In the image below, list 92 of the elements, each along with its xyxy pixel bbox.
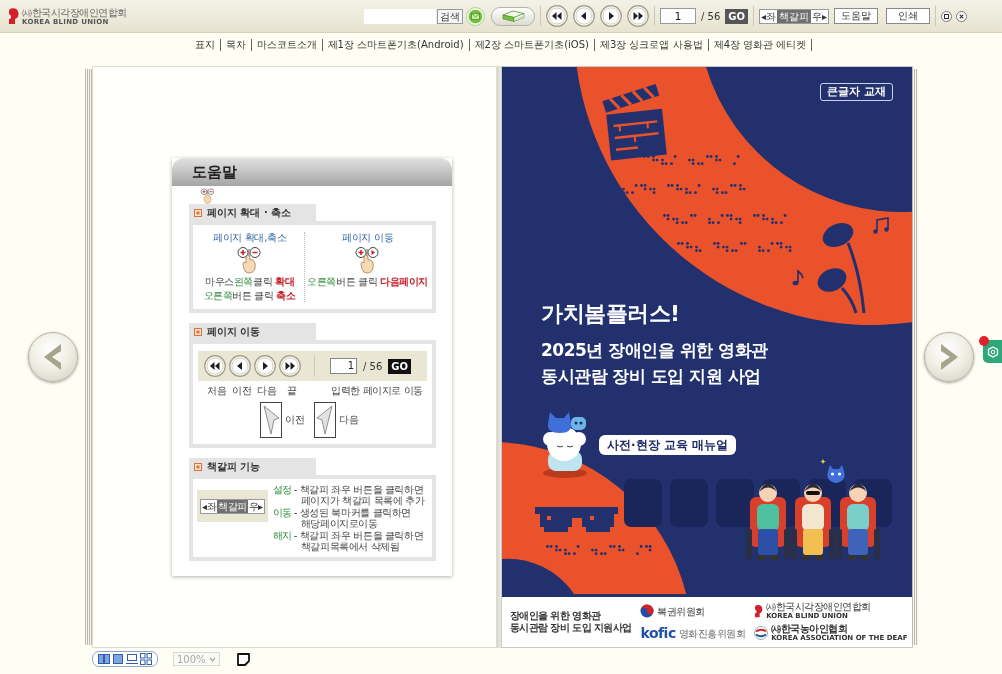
bookmark-label[interactable]: 책갈피 (777, 9, 812, 23)
logo-name: ㈔한국시각장애인연합회 (766, 601, 871, 612)
left-arrow-icon (229, 355, 251, 377)
page-total: / 56 (701, 10, 721, 22)
double-right-arrow-icon[interactable] (627, 5, 649, 27)
page-turn-caption: 다음 (339, 413, 359, 427)
two-page-view-icon[interactable] (98, 653, 110, 665)
chapter-link[interactable]: 제4장 영화관 에티켓 (708, 39, 813, 51)
bookmark-left-button[interactable]: ◂좌 (760, 9, 778, 23)
help-text: 마우스왼쪽클릭 확대 (205, 276, 295, 288)
help-heading: 페이지 확대,축소 (212, 232, 287, 244)
help-heading: 페이지 이동 (341, 232, 394, 244)
page-total: / 56 (363, 360, 383, 372)
toolbar-button[interactable]: 도움말 (834, 8, 879, 24)
widget-button[interactable] (983, 340, 1002, 363)
logo-mark-icon (754, 604, 764, 618)
emblem-icon (754, 626, 769, 640)
chapter-link[interactable]: 표지 (189, 39, 221, 51)
logo-name: 영화진흥위원회 (678, 627, 746, 639)
book-button[interactable] (491, 6, 535, 26)
bullet-square-icon (194, 327, 202, 336)
single-page-view-icon[interactable] (112, 653, 124, 665)
bookmark-help-text: 이동 - 생성된 북마커를 클릭하면 해당페이지로이동 (272, 507, 412, 529)
toolbar-button[interactable]: 인쇄 (886, 8, 931, 24)
chapter-link[interactable]: 제3장 싱크로앱 사용법 (594, 39, 709, 51)
cat-mascot-icon (820, 459, 845, 483)
cover-badge: 큰글자 교재 (820, 83, 893, 101)
page-turn-caption: 이전 (285, 413, 305, 427)
clapperboard-icon (602, 83, 667, 161)
thumbnail-view-icon[interactable] (140, 653, 152, 665)
maximize-icon[interactable] (941, 10, 953, 22)
go-button[interactable]: GO (725, 8, 748, 24)
input-caption: 입력한 페이지로 이동 (331, 385, 423, 397)
double-left-arrow-icon (204, 355, 226, 377)
hexagon-icon (986, 345, 999, 358)
right-arrow-icon[interactable] (600, 5, 622, 27)
bookmark-help-text: 설정 - 책갈피 좌우 버튼을 클릭하면 페이지가 책갈피 목록에 추가 (272, 484, 425, 506)
logo-mark-icon (8, 7, 19, 25)
bookmark-right-button[interactable]: 우▸ (811, 9, 829, 23)
left-arrow-icon[interactable] (573, 5, 595, 27)
double-left-arrow-icon[interactable] (546, 5, 568, 27)
page-curl-icon (260, 402, 282, 438)
logo-name: 복권위원회 (657, 605, 705, 617)
project-name: 동시관람 장비 도입 지원사업 (510, 622, 632, 634)
notification-dot-icon (979, 336, 989, 346)
music-note-icon (792, 270, 804, 286)
cover-tag: 사전·현장 교육 매뉴얼 (599, 435, 736, 455)
right-arrow-icon (254, 355, 276, 377)
button-caption: 다음 (255, 385, 278, 397)
help-text: 오른쪽버튼 클릭 다음페이지 (307, 276, 429, 288)
note-icon[interactable] (235, 651, 251, 667)
page-curl-icon (314, 402, 336, 438)
go-label: GO (388, 358, 411, 374)
cover-subtitle: 2025년 장애인을 위한 영화관 (541, 339, 768, 362)
music-note-icon (873, 217, 889, 234)
double-right-arrow-icon (279, 355, 301, 377)
bullet-square-icon (194, 208, 202, 217)
caret-icon (208, 656, 216, 662)
page-field[interactable]: 1 (660, 8, 696, 24)
kofic-wordmark: kofic (640, 625, 676, 641)
help-header: 도움말 (172, 158, 452, 186)
chapter-link[interactable]: 마스코트소개 (251, 39, 323, 51)
mascot-drawing (543, 412, 587, 478)
section-title: 책갈피 기능 (207, 460, 261, 473)
book-icon (501, 10, 525, 22)
help-text: 오른쪽버튼 클릭 축소 (203, 290, 296, 302)
button-caption: 처음 (205, 385, 228, 397)
page-number-box: 1 (330, 358, 357, 374)
project-name: 장애인을 위한 영화관 (510, 610, 602, 622)
cover-subtitle: 동시관람 장비 도입 지원 사업 (541, 365, 762, 388)
logo-name: ㈔한국농아인협회 (771, 623, 848, 634)
bullet-square-icon (194, 462, 202, 471)
close-icon[interactable] (956, 10, 968, 22)
chapter-link[interactable]: 제1장 스마트폰기초(Android) (322, 39, 470, 51)
button-caption: 끝 (285, 385, 298, 397)
chapter-link[interactable]: 제2장 스마트폰기초(iOS) (469, 39, 595, 51)
chapter-link[interactable]: 목차 (220, 39, 252, 51)
scroll-view-icon[interactable] (126, 653, 138, 665)
earphones-icon (817, 222, 866, 314)
bookmark-left-label: ◂좌 (201, 499, 218, 513)
logo-text: ㈔한국시각장애인연합회 (22, 6, 127, 18)
button-caption: 이전 (230, 385, 253, 397)
bookmark-help-text: 해지 - 책갈피 좌우 버튼을 클릭하면 책갈피목록에서 삭제됨 (272, 530, 425, 552)
taegeuk-icon (640, 604, 655, 618)
bookmark-label: 책갈피 (217, 499, 248, 513)
cover-title: 가치봄플러스! (541, 301, 680, 327)
section-title: 페이지 이동 (207, 325, 261, 338)
search-button[interactable]: 검색 (437, 8, 463, 24)
search-field[interactable] (364, 8, 436, 24)
sunglasses-icon (535, 507, 618, 532)
envelope-icon[interactable] (466, 6, 485, 26)
section-title: 페이지 확대 · 축소 (207, 206, 292, 219)
